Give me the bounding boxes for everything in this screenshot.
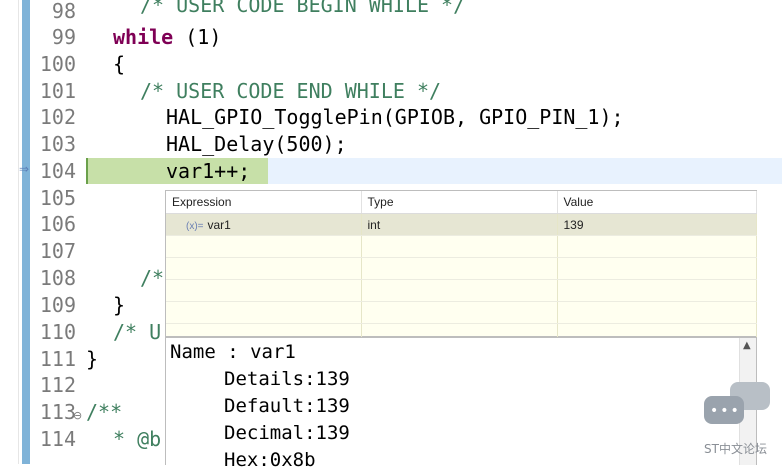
code-line-104[interactable]: var1++; [166, 158, 782, 184]
code-line-101[interactable]: /* USER CODE END WHILE */ [140, 78, 782, 104]
column-header-expression[interactable]: Expression [166, 191, 362, 214]
line-number: 106 [39, 212, 76, 236]
line-number: 110 [39, 320, 76, 344]
editor-left-strip [0, 0, 19, 464]
line-number: 108 [39, 266, 76, 290]
code-line-102[interactable]: HAL_GPIO_TogglePin(GPIOB, GPIO_PIN_1); [166, 104, 782, 130]
expression-header-row: Expression Type Value [166, 191, 757, 214]
column-header-value[interactable]: Value [557, 191, 757, 214]
code-line-103[interactable]: HAL_Delay(500); [166, 131, 782, 157]
line-number: 101 [39, 79, 76, 103]
expression-hover-popup: Expression Type Value (x)= var1 int 139 [165, 190, 757, 346]
detail-details: Details:139 [224, 368, 350, 390]
detail-name: Name : var1 [170, 341, 296, 363]
variable-details-pane[interactable]: Name : var1 Details:139 Default:139 Deci… [165, 337, 757, 471]
fold-collapse-icon[interactable]: ⊖ [73, 409, 82, 422]
code-line-99[interactable]: while (1) [113, 24, 782, 50]
annotation-ruler [22, 0, 30, 464]
expression-row[interactable]: (x)= var1 int 139 [166, 213, 757, 236]
line-number: 98 [51, 0, 76, 23]
instruction-pointer-icon: ⇒ [19, 162, 30, 176]
line-number: 100 [39, 52, 76, 76]
detail-decimal: Decimal:139 [224, 422, 350, 444]
expression-table: Expression Type Value (x)= var1 int 139 [166, 191, 757, 346]
line-number: 109 [39, 293, 76, 317]
value-cell[interactable]: 139 [557, 213, 757, 236]
line-number: 112 [39, 373, 76, 397]
variable-icon: (x)= [186, 220, 204, 232]
keyword-while: while [113, 25, 174, 49]
expression-cell[interactable]: (x)= var1 [166, 213, 362, 236]
column-header-type[interactable]: Type [361, 191, 558, 214]
line-number: 107 [39, 239, 76, 263]
chat-dots-icon: ••• [710, 403, 741, 419]
line-number: 111 [39, 347, 76, 371]
type-cell: int [361, 213, 558, 236]
line-number: 114 [39, 427, 76, 451]
detail-hex: Hex:0x8b [224, 449, 316, 471]
expression-name: var1 [207, 217, 231, 232]
line-number: 102 [39, 105, 76, 129]
code-line-98[interactable]: /* USER CODE BEGIN WHILE */ [140, 0, 782, 18]
detail-default: Default:139 [224, 395, 350, 417]
empty-row [166, 235, 757, 258]
line-number: 104 [39, 159, 76, 183]
forum-watermark: ••• ST中文论坛 [700, 378, 778, 464]
code-line-100[interactable]: { [113, 51, 782, 77]
line-number: 113 [39, 400, 76, 424]
watermark-text: ST中文论坛 [704, 442, 767, 456]
line-number: 99 [51, 25, 76, 49]
scroll-up-arrow-icon[interactable]: ▲ [743, 340, 751, 351]
line-number: 105 [39, 186, 76, 210]
empty-row [166, 301, 757, 324]
empty-row [166, 257, 757, 280]
line-number: 103 [39, 132, 76, 156]
code-text: (1) [173, 25, 222, 49]
empty-row [166, 279, 757, 302]
